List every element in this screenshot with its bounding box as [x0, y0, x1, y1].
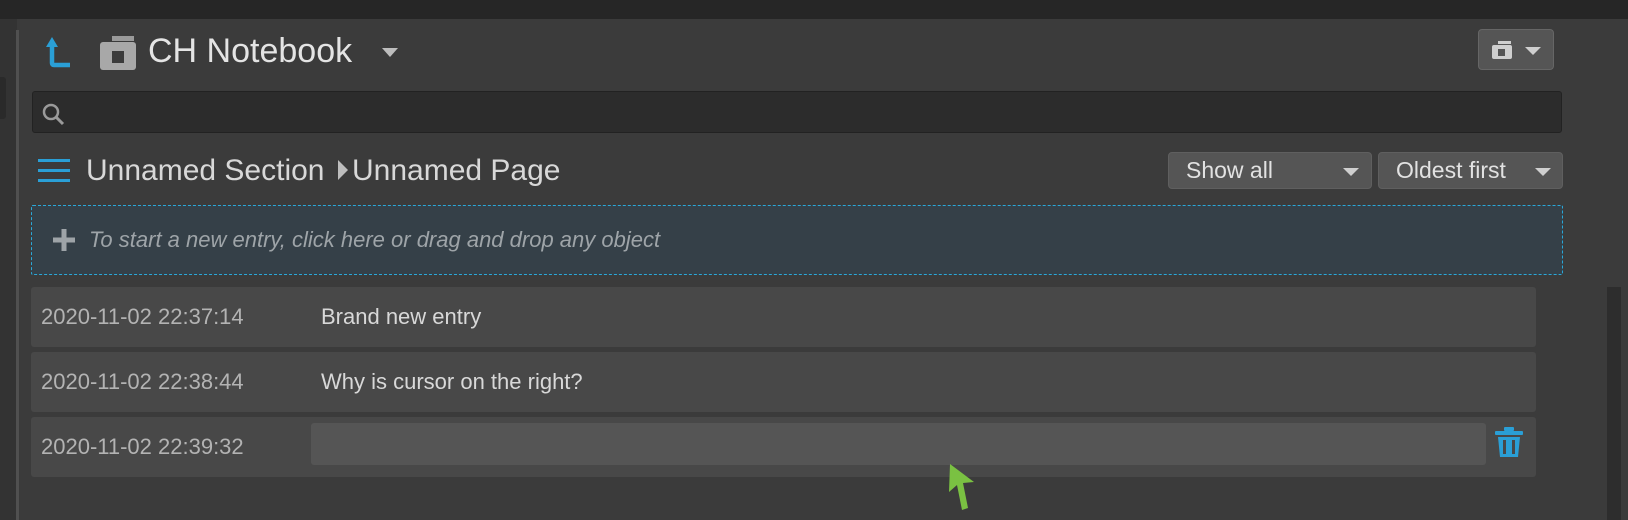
- search-input[interactable]: [75, 92, 1559, 134]
- section-bar: Unnamed Section Unnamed Page Show all Ol…: [20, 143, 1628, 199]
- breadcrumb-page[interactable]: Unnamed Page: [352, 153, 560, 189]
- entry-timestamp: 2020-11-02 22:38:44: [41, 369, 244, 394]
- notebook-menu-button[interactable]: [1478, 29, 1554, 70]
- notebook-icon: [1492, 41, 1512, 59]
- notebook-icon[interactable]: [98, 33, 138, 73]
- search-bar[interactable]: [32, 91, 1562, 134]
- notebook-header: CH Notebook: [20, 19, 1628, 89]
- new-entry-hint: To start a new entry, click here or drag…: [89, 227, 661, 252]
- sort-order-label: Oldest first: [1396, 157, 1506, 183]
- chevron-down-icon: [1535, 168, 1551, 176]
- new-entry-dropzone[interactable]: To start a new entry, click here or drag…: [31, 205, 1563, 275]
- chevron-down-icon: [1343, 168, 1359, 176]
- chevron-down-icon[interactable]: [382, 48, 398, 57]
- plus-icon: [53, 229, 75, 251]
- panel-divider[interactable]: [16, 30, 19, 520]
- entry-timestamp: 2020-11-02 22:39:32: [41, 434, 244, 459]
- back-arrow-icon[interactable]: [38, 33, 74, 73]
- entry-text[interactable]: Brand new entry: [321, 287, 481, 347]
- entry-timestamp: 2020-11-02 22:37:14: [41, 304, 244, 329]
- show-filter-select[interactable]: Show all: [1168, 152, 1372, 189]
- notebook-title[interactable]: CH Notebook: [148, 31, 352, 71]
- notebook-panel: CH Notebook Unnamed Section Unnamed Page: [20, 19, 1628, 520]
- breadcrumb-section[interactable]: Unnamed Section: [86, 153, 324, 189]
- entry-row[interactable]: 2020-11-02 22:38:44 Why is cursor on the…: [31, 352, 1536, 412]
- trash-icon[interactable]: [1493, 426, 1525, 458]
- hamburger-menu-icon[interactable]: [38, 157, 70, 185]
- entry-row[interactable]: 2020-11-02 22:37:14 Brand new entry: [31, 287, 1536, 347]
- search-icon: [42, 103, 65, 126]
- entry-edit-input[interactable]: [311, 423, 1486, 465]
- breadcrumb-separator-icon: [338, 160, 348, 180]
- show-filter-label: Show all: [1186, 157, 1273, 183]
- entry-text[interactable]: Why is cursor on the right?: [321, 352, 583, 412]
- sort-order-select[interactable]: Oldest first: [1378, 152, 1563, 189]
- left-panel-tab[interactable]: [0, 77, 6, 119]
- chevron-down-icon: [1525, 47, 1541, 55]
- entry-row-editing[interactable]: 2020-11-02 22:39:32: [31, 417, 1536, 477]
- entries-scrollbar[interactable]: [1607, 287, 1621, 520]
- window-top-bar: [0, 0, 1628, 19]
